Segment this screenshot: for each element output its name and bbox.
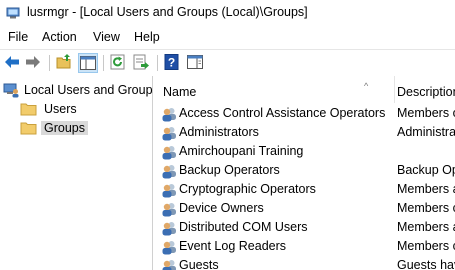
window-title: lusrmgr - [Local Users and Groups (Local… xyxy=(27,5,308,19)
folder-icon xyxy=(20,122,37,135)
group-description: Members a xyxy=(397,182,455,196)
group-description: Members c xyxy=(397,239,455,253)
group-icon xyxy=(161,182,177,198)
table-row[interactable]: Event Log Readers Members c xyxy=(156,237,455,256)
column-header-description[interactable]: Description xyxy=(395,76,455,103)
tree-item-local-users-and-groups[interactable]: Local Users and Groups xyxy=(3,81,159,99)
tree-item-label: Users xyxy=(44,102,77,116)
properties-panel-icon xyxy=(187,55,203,69)
group-name: Guests xyxy=(179,258,219,270)
back-arrow-icon xyxy=(5,56,19,68)
table-row[interactable]: Amirchoupani Training xyxy=(156,142,455,161)
title-bar: lusrmgr - [Local Users and Groups (Local… xyxy=(0,0,455,27)
export-list-icon xyxy=(133,54,149,70)
group-name: Amirchoupani Training xyxy=(179,144,304,158)
group-icon xyxy=(161,106,177,122)
tree-item-groups[interactable]: Groups xyxy=(20,119,140,137)
group-description: Members of xyxy=(397,106,455,120)
table-row[interactable]: Backup Operators Backup Op xyxy=(156,161,455,180)
group-icon xyxy=(161,258,177,270)
export-list-button[interactable] xyxy=(132,53,152,73)
group-name: Administrators xyxy=(179,125,259,139)
group-icon xyxy=(161,220,177,236)
menu-bar: File Action View Help xyxy=(0,28,455,48)
group-description: Administrat xyxy=(397,125,455,139)
toolbar: ? xyxy=(0,49,455,77)
sort-ascending-icon: ^ xyxy=(364,81,369,91)
table-row[interactable]: Device Owners Members c xyxy=(156,199,455,218)
table-row[interactable]: Distributed COM Users Members a xyxy=(156,218,455,237)
menu-view[interactable]: View xyxy=(91,30,122,44)
folder-icon xyxy=(20,103,37,116)
group-name: Cryptographic Operators xyxy=(179,182,316,196)
show-hide-tree-icon xyxy=(80,56,96,70)
tree-item-label: Groups xyxy=(41,121,88,135)
svg-text:?: ? xyxy=(168,56,175,70)
tree-item-label: Local Users and Groups xyxy=(24,83,159,97)
back-button[interactable] xyxy=(3,53,23,73)
list-rows: Access Control Assistance Operators Membe… xyxy=(156,104,455,270)
help-icon: ? xyxy=(164,54,179,70)
group-icon xyxy=(161,239,177,255)
group-icon xyxy=(161,144,177,160)
group-description: Members c xyxy=(397,201,455,215)
toolbar-separator xyxy=(157,55,158,71)
column-header-name[interactable]: Name ^ xyxy=(156,76,394,103)
menu-file[interactable]: File xyxy=(6,30,30,44)
group-name: Event Log Readers xyxy=(179,239,287,253)
menu-action[interactable]: Action xyxy=(40,30,79,44)
groups-list: Name ^ Description Access Control Assist… xyxy=(156,76,455,270)
tree-item-users[interactable]: Users xyxy=(20,100,140,118)
group-icon xyxy=(161,201,177,217)
group-name: Backup Operators xyxy=(179,163,280,177)
forward-button[interactable] xyxy=(24,53,44,73)
group-icon xyxy=(161,163,177,179)
refresh-button[interactable] xyxy=(109,53,129,73)
group-name: Device Owners xyxy=(179,201,264,215)
show-hide-tree-button[interactable] xyxy=(78,53,98,73)
forward-arrow-icon xyxy=(26,56,40,68)
up-folder-icon xyxy=(56,54,71,69)
group-icon xyxy=(161,125,177,141)
table-row[interactable]: Administrators Administrat xyxy=(156,123,455,142)
group-name: Access Control Assistance Operators xyxy=(179,106,386,120)
up-one-level-button[interactable] xyxy=(55,53,75,73)
help-button[interactable]: ? xyxy=(163,53,183,73)
computer-management-icon xyxy=(6,7,20,19)
menu-help[interactable]: Help xyxy=(132,30,162,44)
group-description: Guests hav xyxy=(397,258,455,270)
table-row[interactable]: Guests Guests hav xyxy=(156,256,455,270)
properties-panel-button[interactable] xyxy=(186,53,206,73)
refresh-icon xyxy=(110,54,125,70)
group-description: Members a xyxy=(397,220,455,234)
toolbar-separator xyxy=(103,55,104,71)
group-name: Distributed COM Users xyxy=(179,220,308,234)
table-row[interactable]: Cryptographic Operators Members a xyxy=(156,180,455,199)
toolbar-separator xyxy=(49,55,50,71)
group-description: Backup Op xyxy=(397,163,455,177)
console-tree: Local Users and Groups Users Groups xyxy=(0,76,159,270)
table-row[interactable]: Access Control Assistance Operators Membe… xyxy=(156,104,455,123)
users-groups-icon xyxy=(3,83,19,98)
